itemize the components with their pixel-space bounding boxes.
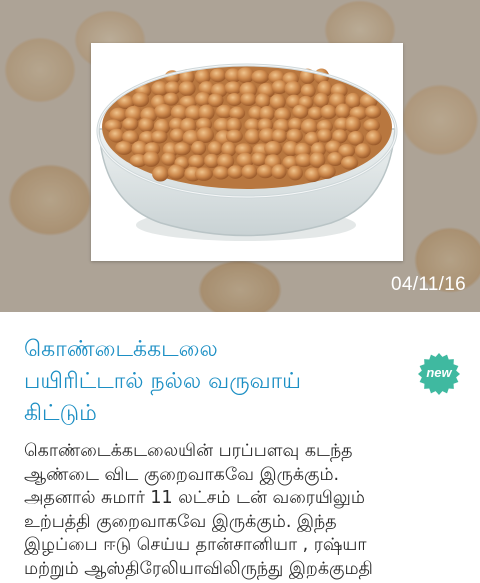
chickpea: [251, 70, 270, 84]
chickpea: [196, 127, 214, 143]
chickpea: [142, 151, 160, 167]
chickpea: [131, 92, 150, 108]
chickpea: [209, 68, 227, 83]
chickpea: [292, 104, 309, 119]
chickpea: [151, 130, 168, 144]
chickpea: [271, 129, 288, 143]
chickpea: [365, 130, 382, 146]
chickpea: [224, 81, 242, 95]
chickpea: [354, 143, 371, 159]
chickpea: [226, 93, 243, 106]
chickpea: [212, 166, 230, 180]
chickpea: [167, 164, 186, 180]
chickpea-bowl-image: [91, 43, 403, 261]
chickpea: [320, 104, 337, 120]
chickpea: [271, 164, 287, 179]
chickpea: [286, 128, 303, 144]
body-line: ஆண்டை விட குறைவாகவே இருக்கும்.: [24, 464, 340, 485]
chickpea: [341, 156, 359, 170]
article-headline[interactable]: கொண்டைக்கடலை பயிரிட்டால் நல்ல வருவாய் கி…: [24, 334, 384, 430]
chickpea: [344, 116, 361, 133]
chickpea: [122, 117, 139, 131]
chickpea: [227, 165, 244, 179]
chickpea: [173, 142, 191, 156]
chickpea: [178, 81, 196, 97]
chickpea: [363, 118, 380, 133]
body-line: உற்பத்தி குறைவாகவே இருக்கும். இந்த: [24, 511, 337, 532]
headline-line: பயிரிட்டால் நல்ல வருவாய்: [24, 369, 302, 394]
chickpea: [255, 93, 271, 109]
chickpea: [154, 104, 173, 119]
chickpea: [284, 81, 302, 97]
chickpea: [115, 141, 133, 155]
headline-line: கொண்டைக்கடலை: [24, 337, 218, 362]
body-line: கொண்டைக்கடலையின் பரப்பளவு கடந்த: [24, 441, 353, 461]
body-line: இழப்பை ஈடு செய்ய தான்சானியா , ரஷ்யா: [24, 535, 367, 555]
chickpea: [317, 128, 333, 143]
article-body: கொண்டைக்கடலையின் பரப்பளவு கடந்த ஆண்டை வி…: [24, 440, 476, 581]
chickpea: [207, 141, 223, 156]
chickpea: [164, 81, 181, 95]
chickpea: [300, 83, 316, 98]
chickpea: [163, 92, 179, 106]
chickpea: [251, 152, 267, 167]
body-line: மற்றும் ஆஸ்திரேலியாவிலிருந்து இறக்குமதி: [24, 558, 373, 579]
chickpea: [240, 92, 257, 106]
new-badge-label: new: [426, 365, 452, 380]
chickpea: [244, 128, 261, 145]
chickpea: [207, 93, 224, 108]
chickpea: [327, 152, 344, 166]
chickpea: [188, 154, 205, 168]
chickpea: [226, 129, 243, 143]
body-line: அதனால் சுமார் 11 லட்சம் டன் வரையிலும்: [24, 488, 365, 508]
chickpea: [264, 141, 282, 156]
chickpea: [287, 165, 303, 181]
new-badge-icon: new: [417, 352, 461, 396]
chickpea: [241, 164, 258, 179]
chickpea: [365, 105, 382, 119]
chickpea: [138, 117, 154, 133]
article-date: 04/11/16: [391, 274, 466, 295]
chickpea: [191, 140, 207, 156]
chickpea: [229, 106, 246, 120]
chickpea: [256, 164, 274, 179]
chickpea: [152, 166, 169, 182]
chickpea: [161, 152, 177, 166]
article-photo[interactable]: [91, 43, 403, 261]
chickpea: [335, 103, 351, 119]
chickpea: [169, 128, 185, 143]
chickpea: [317, 164, 336, 179]
chickpea: [194, 167, 213, 181]
headline-line: கிட்டும்: [24, 401, 97, 426]
